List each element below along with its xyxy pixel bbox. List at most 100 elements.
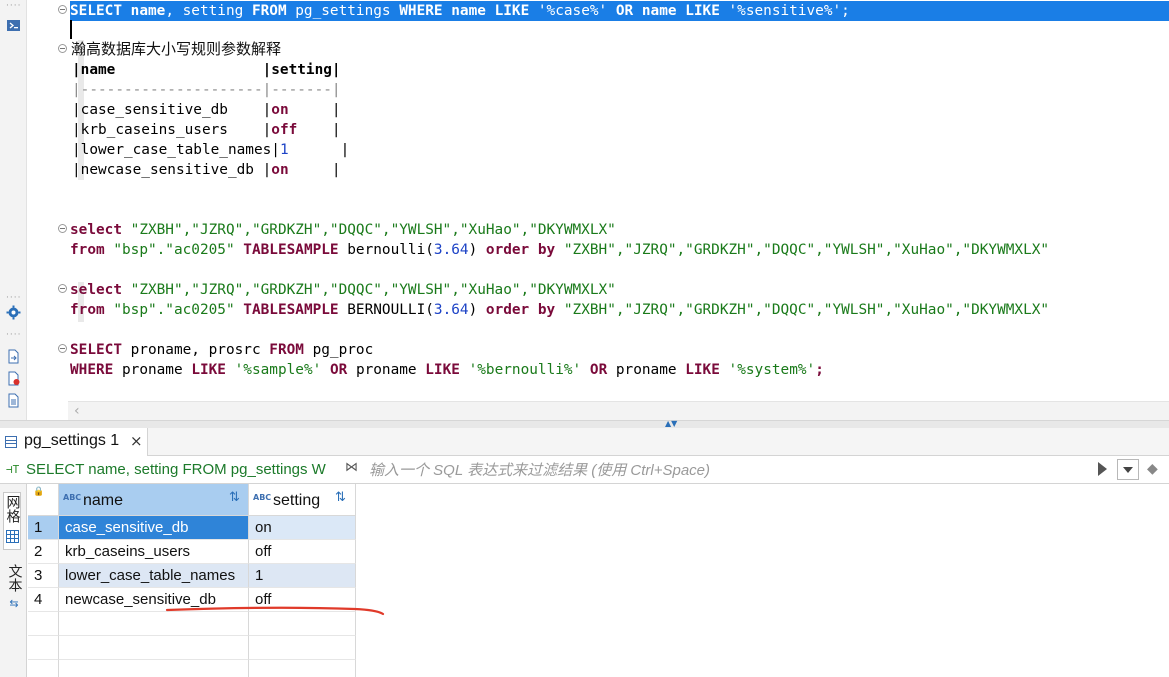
grid-corner[interactable]: 🔒 bbox=[28, 484, 59, 516]
column-header-setting[interactable]: ABC setting ⇅ bbox=[249, 484, 356, 516]
row-number[interactable]: 3 bbox=[28, 564, 59, 588]
sql-token: from bbox=[70, 242, 105, 258]
text-table-value: on bbox=[271, 102, 289, 118]
column-header-name[interactable]: ABC name ⇅ bbox=[59, 484, 249, 516]
sql-token: '%system%' bbox=[728, 362, 816, 378]
gear-icon[interactable] bbox=[6, 305, 21, 320]
toolbar-grip: ···· bbox=[6, 330, 22, 340]
cell-setting[interactable]: on bbox=[249, 516, 356, 540]
row-number[interactable]: 2 bbox=[28, 540, 59, 564]
sql-line[interactable]: from "bsp"."ac0205" TABLESAMPLE bernoull… bbox=[70, 240, 1049, 260]
cell-setting[interactable]: off bbox=[249, 588, 356, 612]
cell-name[interactable]: newcase_sensitive_db bbox=[59, 588, 249, 612]
sort-filter-icon[interactable]: ⇅ bbox=[335, 490, 346, 505]
sql-token: LIKE bbox=[191, 362, 226, 378]
filter-history-dropdown[interactable] bbox=[1117, 459, 1139, 480]
sql-line[interactable]: WHERE proname LIKE '%sample%' OR proname… bbox=[70, 360, 824, 380]
result-grid[interactable]: 🔒 ABC name ⇅ ABC setting ⇅ 1 case_sensiti… bbox=[28, 484, 1169, 677]
sql-token: OR bbox=[589, 362, 608, 378]
row-number[interactable]: 4 bbox=[28, 588, 59, 612]
error-file-icon[interactable] bbox=[6, 371, 21, 386]
fold-toggle[interactable] bbox=[58, 44, 67, 53]
apply-filter-icon[interactable] bbox=[1098, 462, 1107, 476]
sql-token: proname bbox=[607, 362, 686, 378]
sql-token: order by bbox=[485, 302, 556, 318]
sql-token: SELECT bbox=[70, 3, 122, 19]
sql-token: FROM bbox=[251, 3, 287, 19]
sql-token: pg_settings bbox=[286, 3, 400, 19]
cell-setting[interactable]: 1 bbox=[249, 564, 356, 588]
sql-line[interactable]: from "bsp"."ac0205" TABLESAMPLE BERNOULL… bbox=[70, 300, 1049, 320]
query-text[interactable]: SELECT name, setting FROM pg_settings W bbox=[26, 461, 341, 478]
sql-line[interactable]: select "ZXBH","JZRQ","GRDKZH","DQQC","YW… bbox=[70, 220, 616, 240]
sql-token: TABLESAMPLE bbox=[243, 302, 339, 318]
empty-row-number bbox=[28, 636, 59, 660]
horizontal-scrollbar[interactable]: ‹ bbox=[68, 401, 1169, 420]
tab-grid-view[interactable]: 网格 bbox=[3, 492, 21, 550]
sql-token: pg_proc bbox=[303, 342, 374, 358]
text-cursor bbox=[70, 20, 72, 39]
empty-cell bbox=[249, 612, 356, 636]
column-title: setting bbox=[273, 492, 321, 509]
panel-splitter[interactable]: ▲▼ bbox=[0, 420, 1169, 428]
tab-text-view[interactable]: 文本 ⇆ bbox=[5, 564, 23, 612]
sql-editor[interactable]: ···· ···· ···· SELECT name, setting FROM… bbox=[0, 0, 1169, 420]
file-icon[interactable] bbox=[6, 393, 21, 408]
sql-token: proname bbox=[113, 362, 192, 378]
filter-input[interactable] bbox=[369, 460, 1089, 480]
sql-line[interactable]: SELECT proname, prosrc FROM pg_proc bbox=[70, 340, 373, 360]
terminal-icon[interactable] bbox=[6, 18, 21, 33]
clear-filter-icon[interactable]: ◆ bbox=[1147, 461, 1158, 477]
splitter-arrows-icon[interactable]: ▲▼ bbox=[665, 420, 701, 428]
text-tab-label: 文本 bbox=[6, 564, 23, 592]
row-number[interactable]: 1 bbox=[28, 516, 59, 540]
close-icon[interactable]: × bbox=[130, 432, 143, 450]
sql-token: '%case%' bbox=[529, 3, 616, 19]
sql-token: SELECT bbox=[70, 342, 122, 358]
text-table-row: |newcase_sensitive_db |on | bbox=[72, 160, 341, 180]
cell-name[interactable]: case_sensitive_db bbox=[59, 516, 249, 540]
text-table-pipe: | bbox=[288, 162, 341, 178]
editor-gutter bbox=[28, 0, 84, 420]
tab-pg-settings[interactable]: pg_settings 1 × bbox=[0, 428, 148, 456]
cell-name[interactable]: krb_caseins_users bbox=[59, 540, 249, 564]
cell-name[interactable]: lower_case_table_names bbox=[59, 564, 249, 588]
text-type-icon: ABC bbox=[253, 493, 272, 502]
text-table-divider: |---------------------|-------| bbox=[72, 80, 341, 100]
scroll-left-icon[interactable]: ‹ bbox=[74, 403, 80, 419]
tab-label: pg_settings 1 bbox=[24, 432, 120, 449]
sql-token: '%sensitive%'; bbox=[719, 3, 850, 19]
selected-sql-line[interactable]: SELECT name, setting FROM pg_settings WH… bbox=[70, 1, 1169, 21]
fold-toggle[interactable] bbox=[58, 284, 67, 293]
fold-toggle[interactable] bbox=[58, 5, 67, 14]
empty-row-number bbox=[28, 612, 59, 636]
sql-token: ; bbox=[815, 362, 824, 378]
sql-token: select bbox=[70, 222, 122, 238]
column-title: name bbox=[83, 492, 124, 509]
fold-toggle[interactable] bbox=[58, 224, 67, 233]
fold-toggle[interactable] bbox=[58, 344, 67, 353]
text-table-value: 1 bbox=[279, 142, 289, 158]
result-tab-bar: pg_settings 1 × bbox=[0, 428, 1169, 456]
sql-line[interactable]: select "ZXBH","JZRQ","GRDKZH","DQQC","YW… bbox=[70, 280, 616, 300]
text-table-name: |krb_caseins_users | bbox=[72, 122, 272, 138]
sort-filter-icon[interactable]: ⇅ bbox=[229, 490, 240, 505]
sql-token: "ZXBH","JZRQ","GRDKZH","DQQC","YWLSH","X… bbox=[563, 302, 1050, 318]
sql-token: from bbox=[70, 302, 105, 318]
result-view-tabs: 网格 文本 ⇆ bbox=[0, 484, 27, 677]
export-script-icon[interactable] bbox=[6, 349, 21, 364]
cell-setting[interactable]: off bbox=[249, 540, 356, 564]
sql-token: 3.64 bbox=[433, 302, 469, 318]
filter-icon[interactable]: ⋈ bbox=[345, 460, 358, 475]
sql-query-icon: ⊣T bbox=[6, 463, 20, 476]
grid-icon bbox=[5, 436, 17, 448]
